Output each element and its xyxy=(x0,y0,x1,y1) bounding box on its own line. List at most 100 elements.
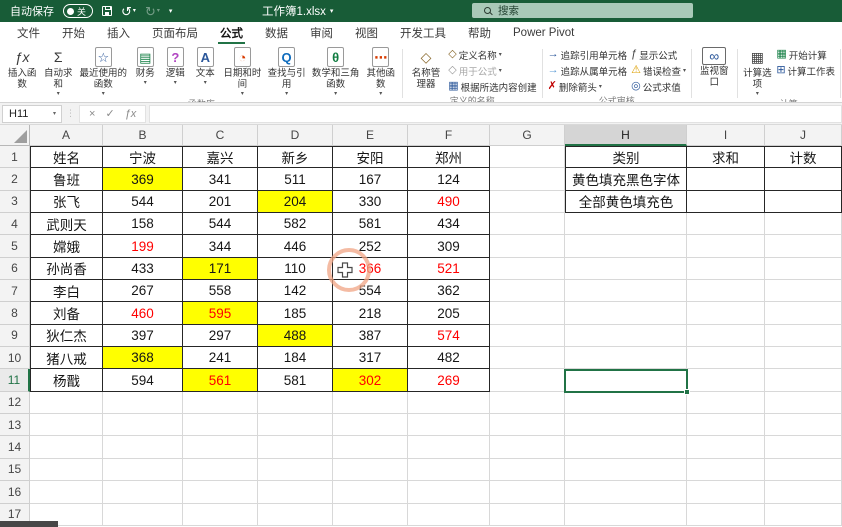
tab-开始[interactable]: 开始 xyxy=(51,22,96,44)
cell-A9[interactable]: 狄仁杰 xyxy=(30,325,103,347)
cell-J15[interactable] xyxy=(765,459,842,481)
select-all-corner[interactable] xyxy=(0,125,30,146)
cell-I8[interactable] xyxy=(687,302,765,324)
tab-视图[interactable]: 视图 xyxy=(344,22,389,44)
cell-G4[interactable] xyxy=(490,213,565,235)
cell-D17[interactable] xyxy=(258,504,333,526)
cell-E11[interactable]: 302 xyxy=(333,369,408,391)
cell-H17[interactable] xyxy=(565,504,687,526)
cell-A5[interactable]: 嫦娥 xyxy=(30,235,103,257)
cell-E2[interactable]: 167 xyxy=(333,168,408,190)
cell-H6[interactable] xyxy=(565,258,687,280)
cell-F14[interactable] xyxy=(408,436,490,458)
cell-E6[interactable]: 366 xyxy=(333,258,408,280)
cell-I16[interactable] xyxy=(687,481,765,503)
cell-G10[interactable] xyxy=(490,347,565,369)
col-header-B[interactable]: B xyxy=(103,125,183,146)
save-icon[interactable] xyxy=(102,6,112,16)
cell-C15[interactable] xyxy=(183,459,258,481)
cell-H4[interactable] xyxy=(565,213,687,235)
cell-G9[interactable] xyxy=(490,325,565,347)
ribbon-button-trace-dependents[interactable]: →追踪从属单元格 xyxy=(546,63,630,78)
ribbon-button-more-functions[interactable]: ⋯其他函数▾ xyxy=(363,46,399,97)
cell-C9[interactable]: 297 xyxy=(183,325,258,347)
cell-E4[interactable]: 581 xyxy=(333,213,408,235)
formula-input[interactable] xyxy=(149,105,842,123)
cell-H12[interactable] xyxy=(565,392,687,414)
ribbon-button-insert-function[interactable]: ƒx插入函数 xyxy=(4,46,40,91)
row-header-9[interactable]: 9 xyxy=(0,325,30,347)
cell-I3[interactable] xyxy=(687,191,765,213)
cell-F12[interactable] xyxy=(408,392,490,414)
cell-H10[interactable] xyxy=(565,347,687,369)
cell-A14[interactable] xyxy=(30,436,103,458)
ribbon-button-define-name[interactable]: ◇定义名称▾ xyxy=(446,47,538,62)
cell-B17[interactable] xyxy=(103,504,183,526)
cell-D9[interactable]: 488 xyxy=(258,325,333,347)
cell-G6[interactable] xyxy=(490,258,565,280)
cell-J13[interactable] xyxy=(765,414,842,436)
ribbon-button-lookup[interactable]: Q查找与引用▾ xyxy=(265,46,309,97)
cell-B14[interactable] xyxy=(103,436,183,458)
cell-A13[interactable] xyxy=(30,414,103,436)
cell-G14[interactable] xyxy=(490,436,565,458)
cell-I2[interactable] xyxy=(687,168,765,190)
cell-F1[interactable]: 郑州 xyxy=(408,146,490,168)
insert-function-icon[interactable]: ƒx xyxy=(125,108,137,120)
cancel-icon[interactable]: × xyxy=(89,108,95,120)
ribbon-button-trace-precedents[interactable]: →追踪引用单元格 xyxy=(546,47,630,62)
ribbon-button-error-checking[interactable]: ⚠错误检查▾ xyxy=(629,63,688,78)
cell-I15[interactable] xyxy=(687,459,765,481)
cell-G8[interactable] xyxy=(490,302,565,324)
cell-C16[interactable] xyxy=(183,481,258,503)
cell-B16[interactable] xyxy=(103,481,183,503)
cell-J8[interactable] xyxy=(765,302,842,324)
cell-C14[interactable] xyxy=(183,436,258,458)
cell-G12[interactable] xyxy=(490,392,565,414)
row-header-12[interactable]: 12 xyxy=(0,392,30,414)
cell-B7[interactable]: 267 xyxy=(103,280,183,302)
cell-D15[interactable] xyxy=(258,459,333,481)
cell-C8[interactable]: 595 xyxy=(183,302,258,324)
cell-E12[interactable] xyxy=(333,392,408,414)
cell-D10[interactable]: 184 xyxy=(258,347,333,369)
ribbon-button-watch-window[interactable]: ∞监视窗口 xyxy=(695,46,734,89)
cell-B5[interactable]: 199 xyxy=(103,235,183,257)
cell-C10[interactable]: 241 xyxy=(183,347,258,369)
cell-G17[interactable] xyxy=(490,504,565,526)
cell-E9[interactable]: 387 xyxy=(333,325,408,347)
row-header-8[interactable]: 8 xyxy=(0,302,30,324)
cell-D13[interactable] xyxy=(258,414,333,436)
cell-D7[interactable]: 142 xyxy=(258,280,333,302)
cell-B11[interactable]: 594 xyxy=(103,369,183,391)
tab-Power Pivot[interactable]: Power Pivot xyxy=(502,22,585,44)
cell-G13[interactable] xyxy=(490,414,565,436)
col-header-D[interactable]: D xyxy=(258,125,333,146)
cell-I9[interactable] xyxy=(687,325,765,347)
cell-G7[interactable] xyxy=(490,280,565,302)
tab-公式[interactable]: 公式 xyxy=(209,22,254,44)
cell-B15[interactable] xyxy=(103,459,183,481)
ribbon-button-create-from-selection[interactable]: ▦根据所选内容创建 xyxy=(446,79,538,94)
row-header-10[interactable]: 10 xyxy=(0,347,30,369)
cell-G16[interactable] xyxy=(490,481,565,503)
cell-E3[interactable]: 330 xyxy=(333,191,408,213)
col-header-I[interactable]: I xyxy=(687,125,765,146)
cell-J10[interactable] xyxy=(765,347,842,369)
cell-H7[interactable] xyxy=(565,280,687,302)
row-header-1[interactable]: 1 xyxy=(0,146,30,168)
cell-F2[interactable]: 124 xyxy=(408,168,490,190)
cell-A3[interactable]: 张飞 xyxy=(30,191,103,213)
col-header-J[interactable]: J xyxy=(765,125,842,146)
cell-J3[interactable] xyxy=(765,191,842,213)
cell-F13[interactable] xyxy=(408,414,490,436)
cell-D1[interactable]: 新乡 xyxy=(258,146,333,168)
cell-F8[interactable]: 205 xyxy=(408,302,490,324)
cell-A8[interactable]: 刘备 xyxy=(30,302,103,324)
cell-G1[interactable] xyxy=(490,146,565,168)
col-header-H[interactable]: H xyxy=(565,125,687,146)
col-header-C[interactable]: C xyxy=(183,125,258,146)
cell-E8[interactable]: 218 xyxy=(333,302,408,324)
cell-D4[interactable]: 582 xyxy=(258,213,333,235)
cell-J6[interactable] xyxy=(765,258,842,280)
